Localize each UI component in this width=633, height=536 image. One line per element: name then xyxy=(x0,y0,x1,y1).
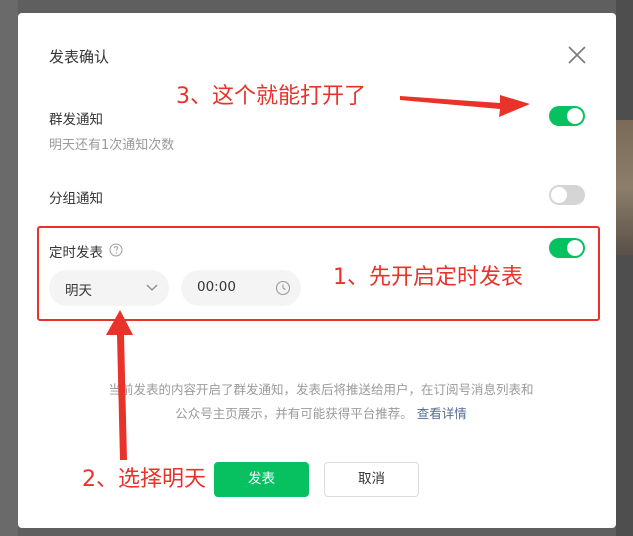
background-photo-strip xyxy=(616,120,633,255)
close-button[interactable] xyxy=(566,44,588,66)
group-by-toggle[interactable] xyxy=(549,185,585,205)
group-notify-hint: 明天还有1次通知次数 xyxy=(49,138,175,153)
publish-notice: 当前发表的内容开启了群发通知，发表后将推送给用户，在订阅号消息列表和公众号主页展… xyxy=(106,378,536,426)
group-notify-label: 群发通知 xyxy=(49,112,103,128)
annotation-step1: 1、先开启定时发表 xyxy=(333,265,523,290)
cancel-button[interactable]: 取消 xyxy=(324,462,419,497)
toggle-knob xyxy=(567,108,583,124)
group-by-label: 分组通知 xyxy=(49,191,103,207)
publish-notice-text: 当前发表的内容开启了群发通知，发表后将推送给用户，在订阅号消息列表和公众号主页展… xyxy=(108,382,534,421)
annotation-step3: 3、这个就能打开了 xyxy=(176,84,366,109)
toggle-knob xyxy=(551,187,567,203)
publish-button[interactable]: 发表 xyxy=(214,462,309,497)
close-icon xyxy=(568,46,586,64)
group-notify-toggle[interactable] xyxy=(549,106,585,126)
background-page-left xyxy=(0,0,18,536)
annotation-step2: 2、选择明天 xyxy=(82,467,206,492)
dialog-title: 发表确认 xyxy=(49,48,110,66)
background-page-right xyxy=(616,0,633,536)
view-details-link[interactable]: 查看详情 xyxy=(417,406,467,421)
